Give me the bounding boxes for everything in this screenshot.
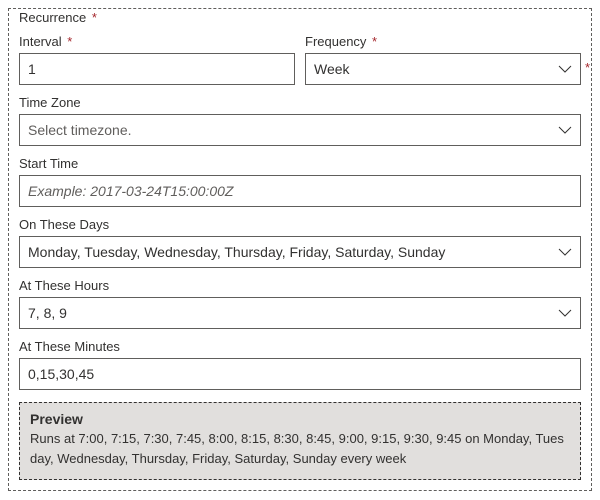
starttime-input[interactable] [19, 175, 581, 207]
hours-select[interactable]: 7, 8, 9 [19, 297, 581, 329]
chevron-down-icon [558, 62, 572, 76]
timezone-label: Time Zone [19, 95, 581, 110]
required-marker: * [372, 34, 377, 49]
interval-label-text: Interval [19, 34, 62, 49]
chevron-down-icon [558, 123, 572, 137]
hours-field: At These Hours 7, 8, 9 [19, 278, 581, 329]
hours-value: 7, 8, 9 [28, 305, 550, 321]
interval-frequency-row: Interval * Frequency * Week * [19, 34, 581, 85]
chevron-down-icon [558, 245, 572, 259]
starttime-label: Start Time [19, 156, 581, 171]
timezone-select[interactable]: Select timezone. [19, 114, 581, 146]
frequency-field: Frequency * Week [305, 34, 581, 85]
hours-label: At These Hours [19, 278, 581, 293]
frequency-label: Frequency * [305, 34, 581, 49]
days-label: On These Days [19, 217, 581, 232]
required-marker: * [67, 34, 72, 49]
frequency-select[interactable]: Week [305, 53, 581, 85]
minutes-label: At These Minutes [19, 339, 581, 354]
days-field: On These Days Monday, Tuesday, Wednesday… [19, 217, 581, 268]
frequency-label-text: Frequency [305, 34, 366, 49]
preview-box: Preview Runs at 7:00, 7:15, 7:30, 7:45, … [19, 402, 581, 480]
timezone-field: Time Zone Select timezone. [19, 95, 581, 146]
required-marker: * [92, 10, 97, 25]
preview-title: Preview [30, 411, 570, 427]
preview-text: Runs at 7:00, 7:15, 7:30, 7:45, 8:00, 8:… [30, 429, 570, 469]
frequency-value: Week [314, 61, 550, 77]
interval-input[interactable] [19, 53, 295, 85]
recurrence-panel: Recurrence * Interval * Frequency * Week… [8, 8, 592, 491]
days-value: Monday, Tuesday, Wednesday, Thursday, Fr… [28, 244, 550, 260]
days-select[interactable]: Monday, Tuesday, Wednesday, Thursday, Fr… [19, 236, 581, 268]
chevron-down-icon [558, 306, 572, 320]
minutes-input[interactable] [19, 358, 581, 390]
timezone-placeholder: Select timezone. [28, 122, 550, 138]
required-marker-side: * [585, 60, 590, 75]
starttime-field: Start Time [19, 156, 581, 207]
interval-label: Interval * [19, 34, 295, 49]
panel-title: Recurrence * [19, 10, 99, 25]
panel-title-text: Recurrence [19, 10, 86, 25]
interval-field: Interval * [19, 34, 295, 85]
minutes-field: At These Minutes [19, 339, 581, 390]
